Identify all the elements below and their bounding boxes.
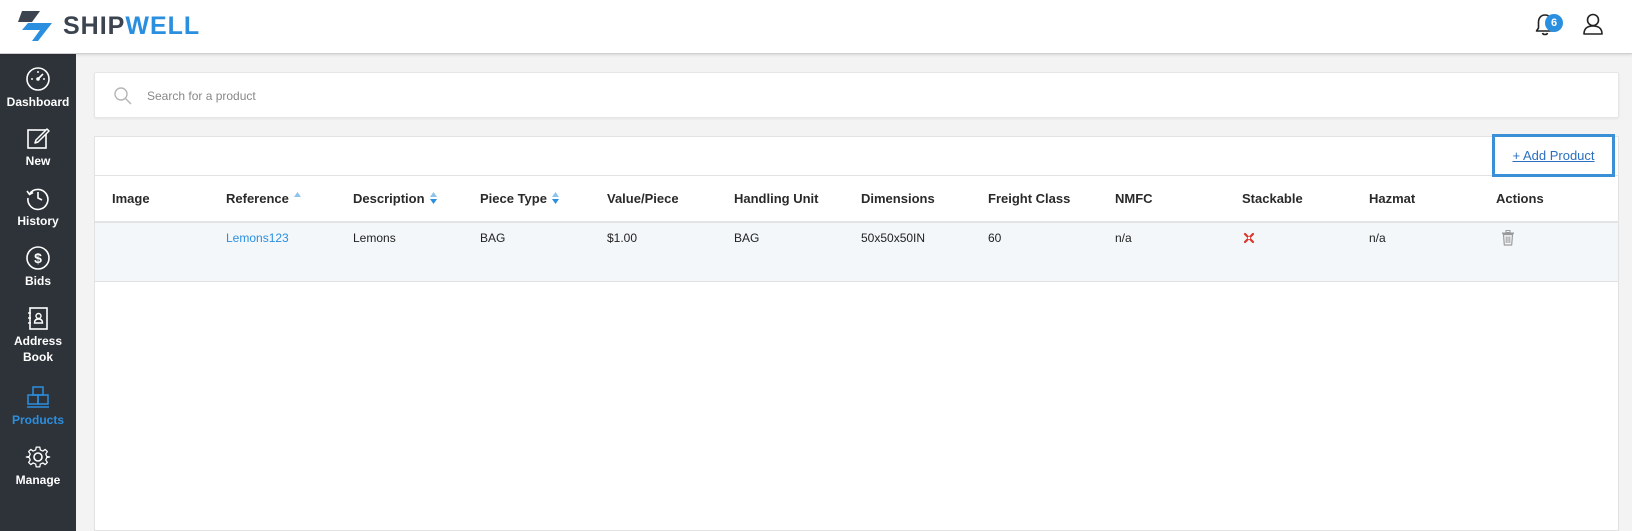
cell-value-per-piece: $1.00 (607, 231, 638, 245)
product-search-bar (94, 72, 1619, 118)
column-header-actions: Actions (1496, 191, 1544, 206)
column-header-handling-unit: Handling Unit (734, 191, 819, 206)
cell-dimensions: 50x50x50IN (861, 231, 926, 245)
table-row: Lemons123 Lemons BAG $1.00 BAG 50x50x50I… (95, 223, 1618, 282)
cell-hazmat: n/a (1369, 231, 1386, 245)
sort-icon[interactable] (551, 192, 559, 204)
table-header: Image Reference Description Piece Type V… (95, 176, 1618, 223)
notification-count-badge[interactable]: 6 (1545, 14, 1563, 32)
cell-piece-type: BAG (480, 231, 506, 245)
column-header-dimensions: Dimensions (861, 191, 935, 206)
sidebar-nav: Dashboard New History $ Bids Address Boo… (0, 54, 76, 531)
sidebar-item-label: Bids (24, 274, 51, 288)
sidebar-item-address-book[interactable]: Address Book (0, 305, 76, 365)
column-header-stackable: Stackable (1242, 191, 1303, 206)
cell-description: Lemons (353, 231, 396, 245)
sidebar-item-bids[interactable]: $ Bids (0, 245, 76, 290)
trash-icon[interactable] (1501, 230, 1515, 246)
column-header-nmfc: NMFC (1115, 191, 1153, 206)
sidebar-item-label: Manage (15, 473, 61, 487)
not-stackable-x-icon (1243, 232, 1255, 244)
sidebar-item-label: Products (11, 413, 64, 427)
shipwell-logo-icon (18, 11, 52, 41)
sidebar-item-label: Dashboard (6, 95, 70, 109)
sidebar-item-label: History (17, 214, 59, 228)
dollar-icon: $ (26, 246, 50, 270)
cell-nmfc: n/a (1115, 231, 1132, 245)
sidebar-item-history[interactable]: History (0, 185, 76, 230)
shipwell-logo[interactable]: SHIPWELL (18, 8, 200, 44)
search-input[interactable] (147, 83, 1587, 109)
history-clock-icon (26, 188, 49, 211)
edit-icon (27, 128, 50, 149)
sidebar-item-label: Address Book (13, 334, 63, 364)
search-icon (114, 87, 132, 105)
sort-icon[interactable] (429, 192, 437, 204)
sidebar-item-dashboard[interactable]: Dashboard (0, 66, 76, 111)
sidebar-item-manage[interactable]: Manage (0, 444, 76, 489)
column-header-piece-type[interactable]: Piece Type (480, 176, 559, 221)
cell-handling-unit: BAG (734, 231, 760, 245)
brand-name: SHIPWELL (63, 12, 201, 40)
sidebar-item-products[interactable]: Products (0, 384, 76, 429)
sort-icon[interactable] (293, 192, 301, 204)
contact-book-icon (28, 307, 48, 330)
column-header-reference[interactable]: Reference (226, 176, 301, 221)
top-header: SHIPWELL 6 (0, 0, 1632, 54)
card-toolbar: + Add Product (95, 134, 1618, 177)
column-header-hazmat: Hazmat (1369, 191, 1416, 206)
boxes-icon (27, 386, 49, 408)
column-header-image: Image (112, 191, 150, 206)
column-header-freight-class: Freight Class (988, 191, 1071, 206)
speedometer-icon (26, 67, 50, 91)
products-card: + Add Product Image Reference Descriptio… (94, 134, 1619, 531)
cell-freight-class: 60 (988, 231, 1002, 245)
user-account-icon[interactable] (1582, 12, 1604, 36)
column-header-value-per-piece: Value/Piece (607, 191, 679, 206)
sidebar-item-label: New (25, 154, 51, 168)
column-header-description[interactable]: Description (353, 176, 437, 221)
gear-icon (25, 446, 51, 468)
add-product-button[interactable]: + Add Product (1492, 134, 1615, 177)
svg-text:$: $ (34, 250, 42, 266)
sidebar-item-new[interactable]: New (0, 125, 76, 170)
cell-reference-link[interactable]: Lemons123 (226, 223, 289, 253)
